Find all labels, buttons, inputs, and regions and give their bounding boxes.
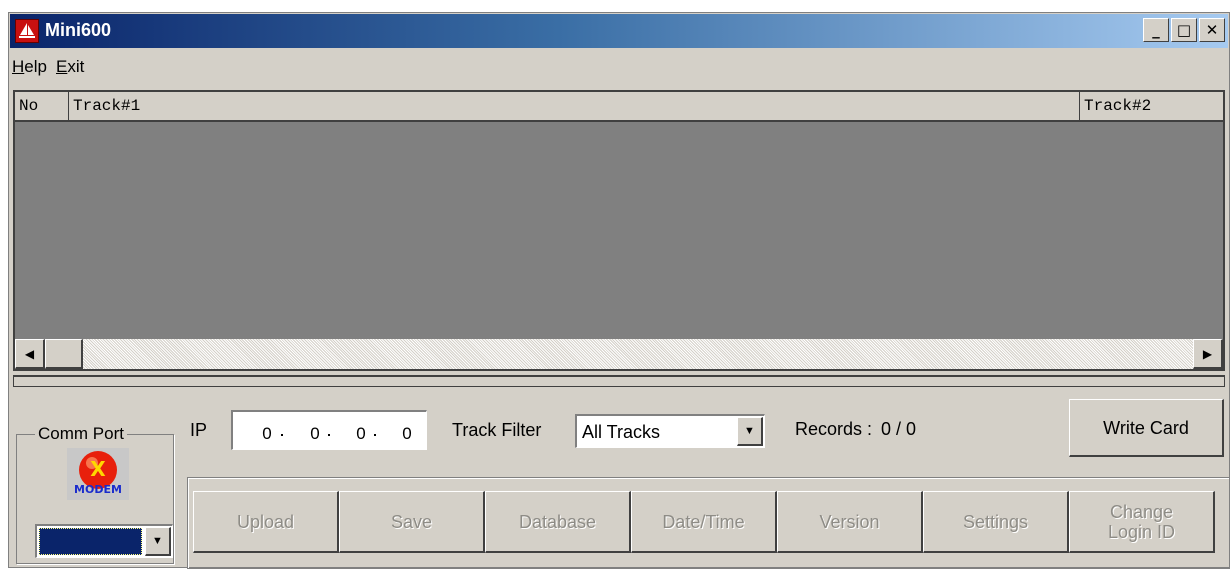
comm-port-group: Comm Port X MODEM ▼: [16, 424, 174, 564]
main-window: Mini600 _ □ ✕ Help Exit No Track#1 Track…: [8, 12, 1230, 569]
ip-octet-1[interactable]: 0: [257, 424, 277, 444]
comm-port-dropdown-button[interactable]: ▼: [145, 527, 171, 556]
ip-octet-2[interactable]: 0: [305, 424, 325, 444]
records-value: 0 / 0: [881, 419, 917, 439]
records-label: Records :: [795, 419, 873, 439]
column-header-no[interactable]: No: [15, 92, 69, 120]
ip-label: IP: [190, 420, 208, 440]
column-header-track1[interactable]: Track#1: [69, 92, 1080, 120]
scroll-right-button[interactable]: ▶: [1193, 339, 1223, 369]
svg-text:X: X: [90, 457, 106, 481]
modem-text: MODEM: [74, 483, 122, 496]
menu-exit[interactable]: Exit: [56, 57, 84, 77]
comm-port-selected: [39, 528, 142, 555]
track-filter-select[interactable]: All Tracks ▼: [575, 414, 765, 448]
menu-help[interactable]: Help: [12, 57, 47, 77]
scroll-thumb[interactable]: [45, 339, 83, 369]
track-filter-dropdown-button[interactable]: ▼: [737, 417, 763, 446]
maximize-button[interactable]: □: [1171, 18, 1197, 42]
ip-dot: [374, 434, 376, 436]
ip-octet-3[interactable]: 0: [351, 424, 371, 444]
arrow-left-icon: ◀: [24, 346, 35, 361]
status-bar: [13, 375, 1225, 387]
horizontal-scrollbar[interactable]: ◀ ▶: [15, 339, 1223, 369]
version-button[interactable]: Version: [777, 491, 923, 553]
minimize-button[interactable]: _: [1143, 18, 1169, 42]
close-button[interactable]: ✕: [1199, 18, 1225, 42]
x-modem-icon[interactable]: X MODEM: [67, 448, 129, 500]
settings-button[interactable]: Settings: [923, 491, 1069, 553]
arrow-right-icon: ▶: [1202, 346, 1213, 361]
grid-header: No Track#1 Track#2: [15, 92, 1223, 122]
chevron-down-icon: ▼: [152, 535, 163, 547]
ip-dot: [281, 434, 283, 436]
save-button[interactable]: Save: [339, 491, 485, 553]
scroll-left-button[interactable]: ◀: [15, 339, 45, 369]
window-title: Mini600: [45, 20, 112, 40]
sailboat-icon: [15, 19, 39, 43]
ip-dot: [328, 434, 330, 436]
title-bar[interactable]: Mini600 _ □ ✕: [10, 14, 1228, 48]
ip-octet-4[interactable]: 0: [397, 424, 417, 444]
track-filter-label: Track Filter: [452, 420, 542, 440]
track-filter-selected: All Tracks: [582, 422, 661, 442]
date-time-button[interactable]: Date/Time: [631, 491, 777, 553]
ip-address-input[interactable]: 0 0 0 0: [231, 410, 427, 450]
write-card-button[interactable]: Write Card: [1069, 399, 1224, 457]
comm-port-label: Comm Port: [35, 424, 127, 444]
change-login-id-button[interactable]: Change Login ID: [1069, 491, 1215, 553]
chevron-down-icon: ▼: [744, 425, 755, 437]
comm-port-select[interactable]: ▼: [35, 524, 173, 558]
database-button[interactable]: Database: [485, 491, 631, 553]
upload-button[interactable]: Upload: [193, 491, 339, 553]
track-grid[interactable]: No Track#1 Track#2 ◀ ▶: [13, 90, 1225, 371]
action-toolbar: Upload Save Database Date/Time Version S…: [187, 477, 1230, 569]
column-header-track2[interactable]: Track#2: [1080, 92, 1223, 120]
